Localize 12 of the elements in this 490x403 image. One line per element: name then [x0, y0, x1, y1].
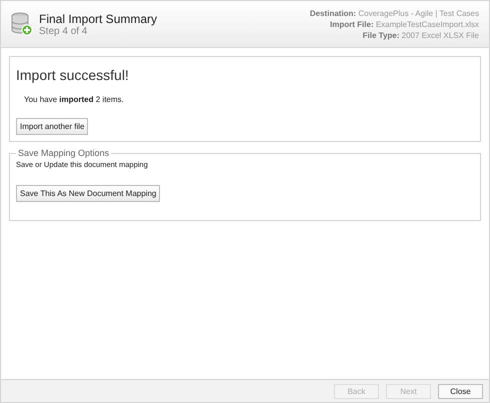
- import-detail: Destination: CoveragePlus - Agile | Test Cases: [310, 8, 479, 18]
- import-detail: Import File: ExampleTestCaseImport.xlsx: [330, 18, 479, 30]
- import-detail: File Type: 2007 Excel XLSX File: [362, 30, 479, 40]
- save-mapping-button[interactable]: Save This As New Document Mapping: [16, 185, 160, 202]
- import-another-button[interactable]: Import another file: [16, 118, 88, 135]
- result-heading: Import successful!: [16, 67, 130, 83]
- wizard-title: Final Import Summary: [39, 12, 158, 26]
- footer-button[interactable]: Close: [438, 384, 483, 398]
- result-message: You have imported 2 items.: [24, 95, 125, 104]
- database-add-icon: [11, 12, 33, 36]
- mapping-legend: Save Mapping Options: [16, 148, 112, 158]
- step-label: Step 4 of 4: [39, 26, 88, 36]
